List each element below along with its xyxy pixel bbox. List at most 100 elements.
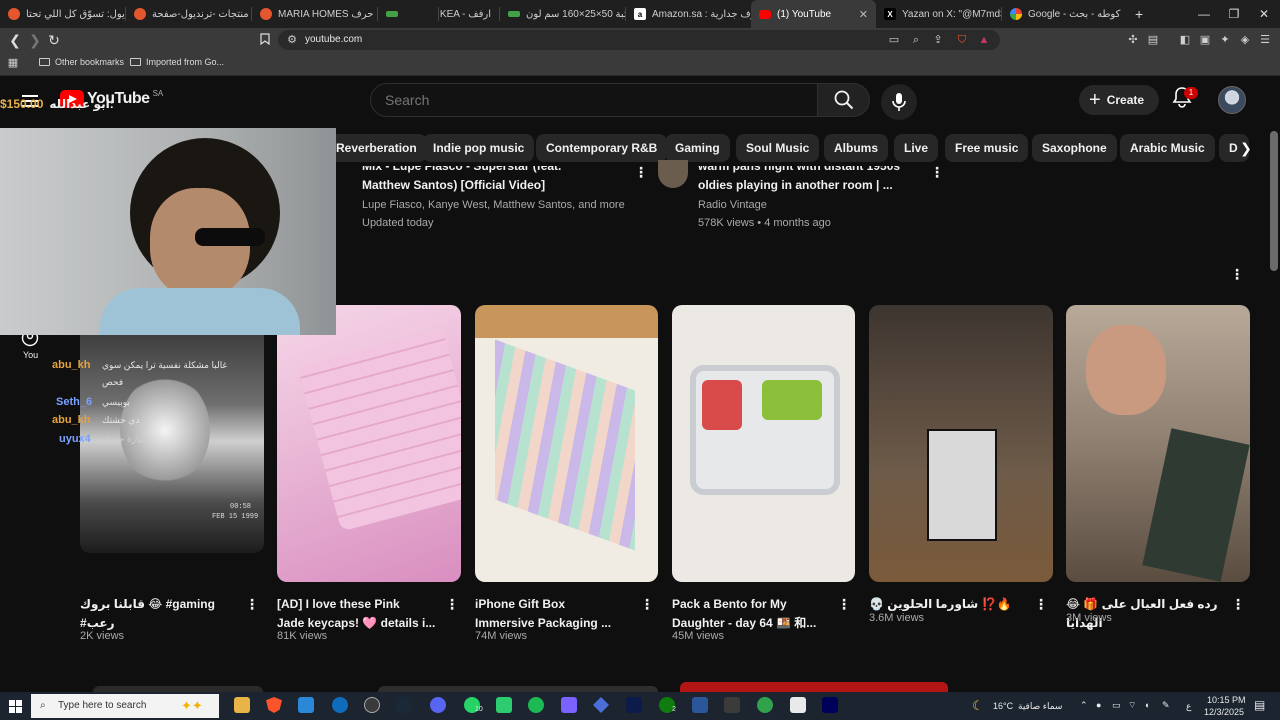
- weather-temp[interactable]: 16°C: [993, 701, 1013, 711]
- app-icon[interactable]: [724, 697, 740, 713]
- create-button[interactable]: + Create: [1079, 85, 1159, 115]
- tab-trendyol-1[interactable]: ترنديول: تسوّق كل اللي تحتا…: [0, 0, 125, 28]
- bookmark-imported[interactable]: Imported from Go...: [130, 57, 224, 67]
- volume-icon[interactable]: ◖: [1144, 700, 1149, 710]
- tab-store[interactable]: [378, 0, 438, 28]
- pen-icon[interactable]: ✎: [1162, 700, 1170, 711]
- search-box[interactable]: [370, 83, 818, 117]
- word-icon[interactable]: [692, 697, 708, 713]
- short-more-options-icon[interactable]: ⋮: [640, 596, 654, 612]
- short-title-4[interactable]: Pack a Bento for My Daughter - day 64 🍱 …: [672, 595, 837, 633]
- chip-soul-music[interactable]: Soul Music: [736, 134, 820, 162]
- short-title-2[interactable]: [AD] I love these Pink Jade keycaps! 🩷 d…: [277, 595, 442, 633]
- video-channel[interactable]: Lupe Fiasco, Kanye West, Matthew Santos,…: [362, 199, 625, 211]
- file-explorer-icon[interactable]: [234, 697, 250, 713]
- tab-youtube[interactable]: (1) YouTube ✕: [751, 0, 876, 28]
- brave-browser-icon[interactable]: [266, 697, 282, 713]
- tray-expand-icon[interactable]: ⌃: [1080, 700, 1088, 711]
- short-title-3[interactable]: iPhone Gift Box Immersive Packaging ...: [475, 595, 640, 633]
- short-thumbnail-6[interactable]: [1066, 305, 1250, 582]
- premiere-icon[interactable]: [822, 697, 838, 713]
- zoom-icon[interactable]: ⌕: [909, 33, 923, 47]
- chip-reverberation[interactable]: Reverberation: [322, 134, 427, 162]
- short-thumbnail-2[interactable]: [277, 305, 461, 582]
- spotify-icon[interactable]: [528, 697, 544, 713]
- notification-center-icon[interactable]: ▤: [1254, 698, 1265, 712]
- chip-saxophone[interactable]: Saxophone: [1032, 134, 1117, 162]
- back-button[interactable]: ❮: [7, 32, 23, 48]
- bookmark-icon[interactable]: [258, 33, 272, 47]
- chip-contemporary-rnb[interactable]: Contemporary R&B: [536, 134, 668, 162]
- clock-date[interactable]: 12/3/2025: [1204, 707, 1244, 717]
- display-icon[interactable]: ▭: [1112, 700, 1121, 711]
- app-icon[interactable]: [757, 697, 773, 713]
- search-button[interactable]: [817, 83, 870, 117]
- steam-icon[interactable]: [396, 697, 412, 713]
- video-title-line2[interactable]: Matthew Santos) [Official Video]: [362, 176, 545, 195]
- url-field[interactable]: ⚙ youtube.com ▭ ⌕ ⇪ ⛉ ▲: [278, 30, 1000, 50]
- leo-ai-icon[interactable]: ✦: [1218, 33, 1232, 47]
- close-tab-icon[interactable]: ✕: [859, 8, 868, 21]
- short-more-options-icon[interactable]: ⋮: [1231, 596, 1245, 612]
- channel-avatar[interactable]: [658, 160, 688, 188]
- forward-button[interactable]: ❯: [27, 32, 43, 48]
- short-more-options-icon[interactable]: ⋮: [245, 596, 259, 612]
- tab-google[interactable]: Google - كوطه - بحث: [1002, 0, 1127, 28]
- voice-search-button[interactable]: [881, 84, 917, 120]
- app-icon[interactable]: [496, 697, 512, 713]
- media-icon[interactable]: ▤: [1146, 33, 1160, 47]
- discord-icon[interactable]: [430, 697, 446, 713]
- chip-albums[interactable]: Albums: [824, 134, 889, 162]
- new-tab-button[interactable]: +: [1127, 0, 1151, 28]
- brave-shield-icon[interactable]: ⛉: [955, 33, 969, 47]
- chip-indie-pop[interactable]: Indie pop music: [423, 134, 535, 162]
- short-more-options-icon[interactable]: ⋮: [1034, 596, 1048, 612]
- menu-icon[interactable]: ☰: [1258, 33, 1272, 47]
- chip-live[interactable]: Live: [894, 134, 939, 162]
- vpn-icon[interactable]: ◈: [1238, 33, 1252, 47]
- window-close-button[interactable]: ✕: [1246, 0, 1280, 28]
- short-thumbnail-1[interactable]: 00:58 FEB 15 1999: [80, 305, 264, 553]
- chip-free-music[interactable]: Free music: [945, 134, 1029, 162]
- input-language[interactable]: ع: [1186, 701, 1191, 712]
- tab-ikea[interactable]: IKEA - ارفف: [439, 0, 499, 28]
- app-icon[interactable]: [593, 697, 609, 713]
- weather-text[interactable]: سماء صافية: [1018, 701, 1062, 712]
- microphone-icon[interactable]: ●: [1096, 700, 1101, 710]
- video-channel[interactable]: Radio Vintage: [698, 199, 767, 211]
- sidebar-you-label[interactable]: You: [23, 350, 38, 360]
- tab-amazon[interactable]: a Amazon.sa : رفوف جدارية: [626, 0, 751, 28]
- wallet-icon[interactable]: ▣: [1198, 33, 1212, 47]
- edge-icon[interactable]: [332, 697, 348, 713]
- reload-button[interactable]: ↻: [46, 32, 62, 48]
- windows-start-icon[interactable]: [9, 700, 22, 718]
- cast-icon[interactable]: ▭: [887, 33, 901, 47]
- app-icon[interactable]: [364, 697, 380, 713]
- more-options-icon[interactable]: ⋮: [634, 164, 648, 180]
- chevron-right-icon[interactable]: ❯: [1232, 134, 1260, 162]
- apps-grid-icon[interactable]: ▦: [6, 56, 20, 70]
- tab-x-post[interactable]: X Yazan on X: "@M7md35_C: [876, 0, 1001, 28]
- chip-gaming[interactable]: Gaming: [665, 134, 730, 162]
- short-thumbnail-3[interactable]: [475, 305, 658, 582]
- sidebar-icon[interactable]: ◧: [1178, 33, 1192, 47]
- short-thumbnail-4[interactable]: [672, 305, 855, 582]
- search-input[interactable]: [385, 92, 785, 108]
- short-title-1[interactable]: قابلنا بروك 😂 #gaming #رعب: [80, 595, 245, 633]
- video-title-line2[interactable]: oldies playing in another room | ...: [698, 176, 893, 195]
- tab-trendyol-2[interactable]: كل منتجات -ترنديول-صفحة…: [126, 0, 251, 28]
- network-icon[interactable]: ⌔: [1128, 700, 1136, 711]
- app-icon[interactable]: [561, 697, 577, 713]
- more-options-icon[interactable]: ⋮: [930, 164, 944, 180]
- app-icon[interactable]: [790, 697, 806, 713]
- extensions-icon[interactable]: ✣: [1126, 33, 1140, 47]
- app-icon[interactable]: [626, 697, 642, 713]
- share-icon[interactable]: ⇪: [931, 33, 945, 47]
- taskbar-search[interactable]: ⌕ Type here to search ✦✦: [31, 694, 219, 718]
- clock-time[interactable]: 10:15 PM: [1207, 695, 1246, 705]
- ms-store-icon[interactable]: [298, 697, 314, 713]
- next-row-thumbnail[interactable]: [680, 682, 948, 692]
- short-more-options-icon[interactable]: ⋮: [445, 596, 459, 612]
- short-more-options-icon[interactable]: ⋮: [837, 596, 851, 612]
- brave-rewards-icon[interactable]: ▲: [977, 33, 991, 47]
